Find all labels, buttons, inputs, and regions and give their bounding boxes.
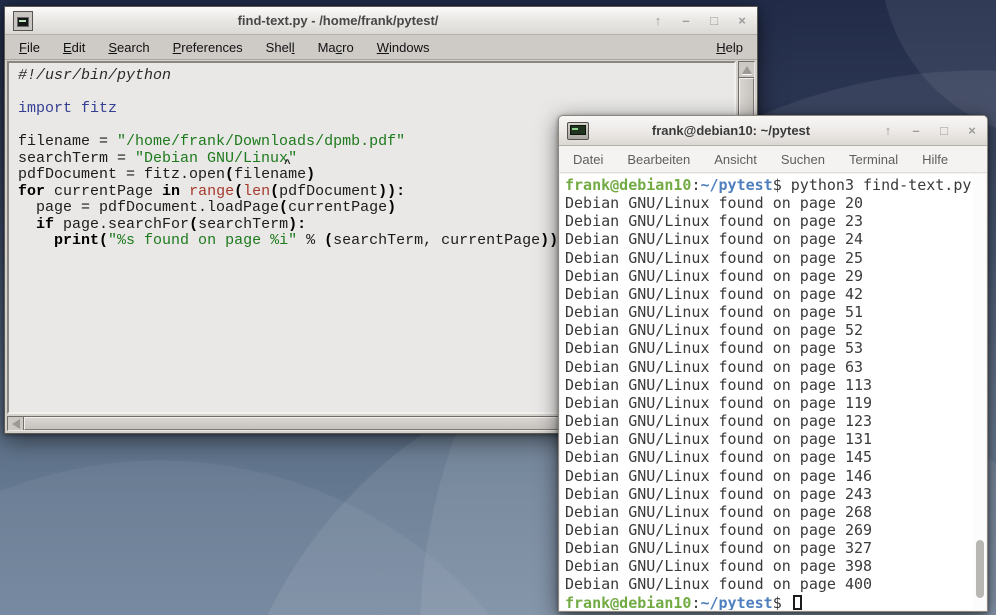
terminal-window-title: frank@debian10: ~/pytest — [589, 123, 873, 138]
terminal-body[interactable]: frank@debian10:~/pytest$ python3 find-te… — [560, 174, 973, 610]
terminal-output-line: Debian GNU/Linux found on page 400 — [565, 575, 973, 593]
terminal-output-line: Debian GNU/Linux found on page 243 — [565, 485, 973, 503]
terminal-output-line: Debian GNU/Linux found on page 23 — [565, 212, 973, 230]
editor-window-title: find-text.py - /home/frank/pytest/ — [33, 13, 643, 28]
terminal-menu-item-hilfe[interactable]: Hilfe — [922, 152, 948, 167]
terminal-body-wrap: frank@debian10:~/pytest$ python3 find-te… — [560, 174, 986, 610]
editor-menu-item-preferences[interactable]: Preferences — [173, 40, 243, 55]
editor-menu-item-help[interactable]: Help — [716, 40, 743, 55]
terminal-menu-item-suchen[interactable]: Suchen — [781, 152, 825, 167]
editor-menu-item-edit[interactable]: Edit — [63, 40, 85, 55]
prompt-user-host: frank@debian10 — [565, 176, 691, 194]
terminal-minimize-button[interactable]: – — [909, 124, 923, 137]
terminal-output-line: Debian GNU/Linux found on page 268 — [565, 503, 973, 521]
nedit-app-icon — [13, 11, 33, 31]
editor-menu-item-windows[interactable]: Windows — [377, 40, 430, 55]
terminal-output-line: Debian GNU/Linux found on page 123 — [565, 412, 973, 430]
terminal-vscroll-thumb[interactable] — [976, 540, 984, 598]
editor-minimize-button[interactable]: – — [679, 14, 693, 27]
terminal-menu-item-bearbeiten[interactable]: Bearbeiten — [627, 152, 690, 167]
editor-menu-item-shell[interactable]: Shell — [266, 40, 295, 55]
scroll-up-button[interactable] — [739, 62, 754, 78]
terminal-menu-item-ansicht[interactable]: Ansicht — [714, 152, 757, 167]
terminal-menu-item-terminal[interactable]: Terminal — [849, 152, 898, 167]
arrow-up-icon — [742, 66, 752, 74]
editor-window-controls: ↑ – □ × — [651, 14, 749, 27]
prompt-path: ~/pytest — [700, 594, 772, 610]
terminal-menu-bar: Datei Bearbeiten Ansicht Suchen Terminal Hilf… — [559, 146, 987, 173]
editor-maximize-button[interactable]: □ — [707, 14, 721, 27]
editor-menu-item-search[interactable]: Search — [108, 40, 149, 55]
terminal-prompt-line: frank@debian10:~/pytest$ — [565, 594, 973, 610]
prompt-path: ~/pytest — [700, 176, 772, 194]
terminal-app-icon — [567, 122, 589, 140]
editor-menu-bar: File Edit Search Preferences Shell Macro Windo… — [5, 35, 757, 60]
terminal-command-line: frank@debian10:~/pytest$ python3 find-te… — [565, 176, 973, 194]
terminal-output-line: Debian GNU/Linux found on page 113 — [565, 376, 973, 394]
code-line: #!/usr/bin/python — [18, 68, 734, 85]
terminal-output-line: Debian GNU/Linux found on page 327 — [565, 539, 973, 557]
terminal-output-line: Debian GNU/Linux found on page 52 — [565, 321, 973, 339]
terminal-cursor — [793, 595, 802, 610]
terminal-roll-up-button[interactable]: ↑ — [881, 124, 895, 137]
terminal-output-line: Debian GNU/Linux found on page 119 — [565, 394, 973, 412]
editor-menu-item-macro[interactable]: Macro — [318, 40, 354, 55]
code-line — [18, 85, 734, 102]
terminal-output-line: Debian GNU/Linux found on page 269 — [565, 521, 973, 539]
terminal-output-line: Debian GNU/Linux found on page 53 — [565, 339, 973, 357]
terminal-command: python3 find-text.py — [782, 176, 972, 194]
terminal-output-line: Debian GNU/Linux found on page 25 — [565, 249, 973, 267]
editor-close-button[interactable]: × — [735, 14, 749, 27]
terminal-output-line: Debian GNU/Linux found on page 146 — [565, 467, 973, 485]
terminal-title-bar[interactable]: frank@debian10: ~/pytest ↑ – □ × — [559, 116, 987, 146]
terminal-output-line: Debian GNU/Linux found on page 29 — [565, 267, 973, 285]
terminal-window: frank@debian10: ~/pytest ↑ – □ × Datei Bearb… — [558, 115, 988, 612]
editor-roll-up-button[interactable]: ↑ — [651, 14, 665, 27]
terminal-output-line: Debian GNU/Linux found on page 51 — [565, 303, 973, 321]
terminal-output-line: Debian GNU/Linux found on page 131 — [565, 430, 973, 448]
prompt-user-host: frank@debian10 — [565, 594, 691, 610]
terminal-window-controls: ↑ – □ × — [881, 124, 979, 137]
terminal-menu-item-datei[interactable]: Datei — [573, 152, 603, 167]
editor-menu-item-file[interactable]: File — [19, 40, 40, 55]
terminal-close-button[interactable]: × — [965, 124, 979, 137]
terminal-output-line: Debian GNU/Linux found on page 398 — [565, 557, 973, 575]
terminal-output-line: Debian GNU/Linux found on page 42 — [565, 285, 973, 303]
terminal-maximize-button[interactable]: □ — [937, 124, 951, 137]
editor-title-bar[interactable]: find-text.py - /home/frank/pytest/ ↑ – □ × — [5, 7, 757, 35]
terminal-output-line: Debian GNU/Linux found on page 145 — [565, 448, 973, 466]
terminal-output-line: Debian GNU/Linux found on page 24 — [565, 230, 973, 248]
desktop: find-text.py - /home/frank/pytest/ ↑–□× … — [0, 0, 996, 615]
terminal-output-line: Debian GNU/Linux found on page 20 — [565, 194, 973, 212]
terminal-vscrollbar[interactable] — [973, 174, 986, 610]
scroll-left-button[interactable] — [8, 417, 24, 430]
terminal-output-line: Debian GNU/Linux found on page 63 — [565, 358, 973, 376]
arrow-left-icon — [12, 419, 20, 429]
